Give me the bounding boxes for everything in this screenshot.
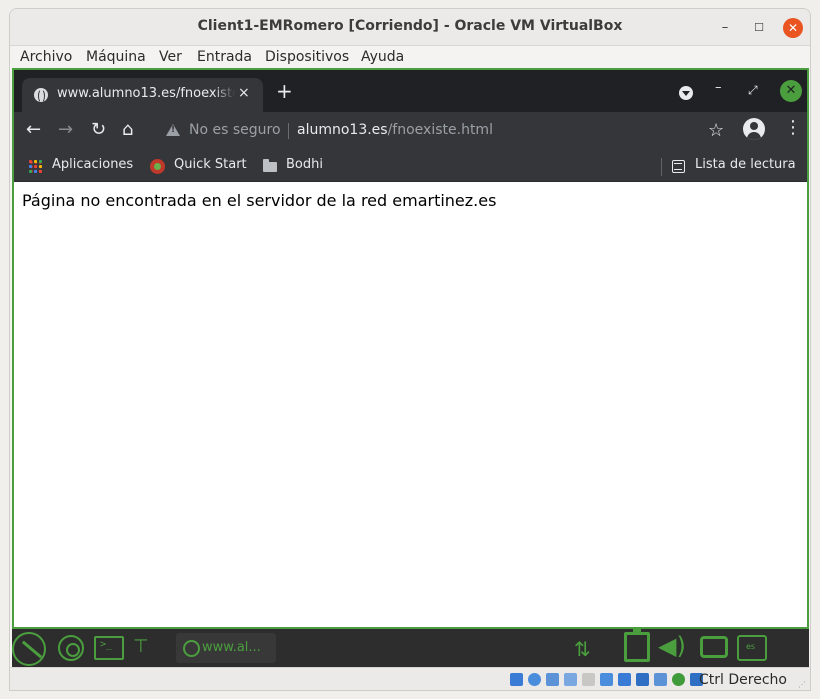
menu-archivo[interactable]: Archivo xyxy=(20,49,72,65)
quick-start-icon[interactable] xyxy=(150,159,165,174)
profile-avatar-icon[interactable] xyxy=(743,118,765,140)
vt-x-icon[interactable] xyxy=(654,673,667,686)
back-arrow-icon[interactable]: ← xyxy=(26,120,41,140)
volume-icon[interactable]: ◀) xyxy=(658,634,686,658)
hard-disk-icon[interactable] xyxy=(510,673,523,686)
menu-dispositivos[interactable]: Dispositivos xyxy=(265,49,349,65)
bookmarks-divider xyxy=(661,158,662,176)
tab-search-icon[interactable] xyxy=(679,86,693,100)
optical-drive-icon[interactable] xyxy=(528,673,541,686)
network-adapter-icon[interactable] xyxy=(564,673,577,686)
url-host: alumno13.es xyxy=(297,122,388,138)
resize-grip-icon[interactable]: ⋰ xyxy=(798,680,806,689)
usb-icon[interactable] xyxy=(582,673,595,686)
recording-icon[interactable] xyxy=(636,673,649,686)
browser-launcher-icon[interactable] xyxy=(12,632,46,666)
title-bar[interactable]: Client1-EMRomero [Corriendo] - Oracle VM… xyxy=(10,9,810,46)
virtualbox-window: Client1-EMRomero [Corriendo] - Oracle VM… xyxy=(9,8,811,691)
vbox-status-bar: Ctrl Derecho ⋰ xyxy=(10,667,810,690)
reading-list-icon[interactable] xyxy=(672,160,685,173)
clipboard-icon[interactable] xyxy=(624,628,650,662)
security-label[interactable]: No es seguro xyxy=(189,122,281,138)
taskbar-window-label: www.al... xyxy=(202,640,261,655)
folder-icon[interactable] xyxy=(263,159,277,172)
menu-bar: Archivo Máquina Ver Entrada Dispositivos… xyxy=(10,46,810,68)
bookmark-star-icon[interactable]: ☆ xyxy=(708,120,724,141)
browser-menu-icon[interactable]: ⋮ xyxy=(784,119,802,137)
bookmark-reading-list[interactable]: Lista de lectura xyxy=(695,157,796,172)
url-text[interactable]: alumno13.es/fnoexiste.html xyxy=(297,122,493,138)
terminal-prompt: >_ xyxy=(100,639,113,650)
menu-ver[interactable]: Ver xyxy=(159,49,182,65)
browser-tab[interactable]: www.alumno13.es/fnoexiste.html × xyxy=(22,78,263,112)
bookmark-quick-start[interactable]: Quick Start xyxy=(174,157,247,172)
keyboard-layout-label: es xyxy=(746,642,756,651)
reload-icon[interactable]: ↻ xyxy=(91,120,106,140)
browser-restore-button[interactable]: ⤢ xyxy=(748,83,758,98)
browser-tab-strip: www.alumno13.es/fnoexiste.html × + – ⤢ ✕ xyxy=(14,70,807,112)
menu-maquina[interactable]: Máquina xyxy=(86,49,146,65)
bookmarks-bar: Aplicaciones Quick Start Bodhi Lista de … xyxy=(14,150,807,182)
guest-taskbar: >_ ⊤ www.al... ⇅ ◀) es xyxy=(12,628,809,667)
chrome-task-icon xyxy=(183,640,200,657)
home-icon[interactable]: ⌂ xyxy=(122,120,133,140)
forward-arrow-icon[interactable]: → xyxy=(58,120,73,140)
bookmark-folder-bodhi[interactable]: Bodhi xyxy=(286,157,323,172)
close-button[interactable]: ✕ xyxy=(783,18,803,38)
network-launcher-icon[interactable]: ⊤ xyxy=(133,637,149,657)
audio-icon[interactable] xyxy=(546,673,559,686)
browser-close-button[interactable]: ✕ xyxy=(780,80,802,102)
menu-ayuda[interactable]: Ayuda xyxy=(361,49,404,65)
menu-entrada[interactable]: Entrada xyxy=(197,49,252,65)
address-bar[interactable]: No es seguro alumno13.es/fnoexiste.html … xyxy=(154,116,729,146)
minimize-button[interactable]: – xyxy=(715,18,735,38)
globe-icon xyxy=(34,88,48,103)
page-message: Página no encontrada en el servidor de l… xyxy=(22,191,497,210)
url-path: /fnoexiste.html xyxy=(387,122,493,138)
chrome-launcher-icon[interactable] xyxy=(58,635,84,661)
host-key-label: Ctrl Derecho xyxy=(699,672,787,688)
network-activity-icon[interactable]: ⇅ xyxy=(574,637,591,661)
vm-screen[interactable]: www.alumno13.es/fnoexiste.html × + – ⤢ ✕… xyxy=(12,68,809,629)
new-tab-button[interactable]: + xyxy=(276,81,293,101)
window-title: Client1-EMRomero [Corriendo] - Oracle VM… xyxy=(197,18,623,34)
taskbar-window-button[interactable]: www.al... xyxy=(176,633,276,663)
maximize-button[interactable]: ☐ xyxy=(749,18,769,38)
apps-grid-icon[interactable] xyxy=(29,160,42,173)
tab-title: www.alumno13.es/fnoexiste.html xyxy=(57,86,235,101)
page-content: Página no encontrada en el servidor de l… xyxy=(14,182,807,627)
url-separator xyxy=(288,123,289,139)
browser-minimize-button[interactable]: – xyxy=(715,80,722,95)
mouse-integration-icon[interactable] xyxy=(672,673,685,686)
notifications-icon[interactable] xyxy=(700,636,728,658)
browser-toolbar: ← → ↻ ⌂ No es seguro alumno13.es/fnoexis… xyxy=(14,112,807,150)
warning-icon[interactable] xyxy=(166,124,180,136)
bookmark-apps[interactable]: Aplicaciones xyxy=(52,157,133,172)
shared-folders-icon[interactable] xyxy=(600,673,613,686)
tab-close-icon[interactable]: × xyxy=(238,85,250,101)
display-icon[interactable] xyxy=(618,673,631,686)
